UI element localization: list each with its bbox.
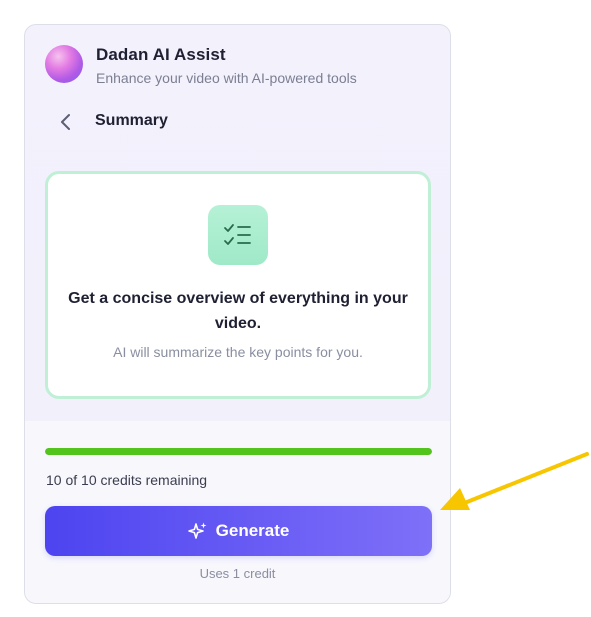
pointer-arrow-icon bbox=[440, 452, 589, 510]
credits-progress-fill bbox=[45, 448, 432, 455]
generate-button[interactable]: Generate bbox=[45, 506, 432, 556]
sparkle-icon bbox=[187, 522, 207, 539]
app-logo-avatar bbox=[45, 45, 83, 83]
back-button[interactable] bbox=[51, 107, 81, 137]
feature-card: Get a concise overview of everything in … bbox=[45, 171, 431, 399]
ai-assist-panel: Dadan AI Assist Enhance your video with … bbox=[24, 24, 451, 604]
credit-cost-note: Uses 1 credit bbox=[199, 566, 276, 581]
checklist-icon bbox=[208, 205, 268, 265]
chevron-left-icon bbox=[61, 114, 70, 130]
app-title: Dadan AI Assist bbox=[96, 45, 226, 64]
panel-header: Dadan AI Assist Enhance your video with … bbox=[45, 45, 430, 86]
credits-progress-bar bbox=[45, 448, 432, 455]
credits-remaining-text: 10 of 10 credits remaining bbox=[46, 472, 208, 488]
app-subtitle: Enhance your video with AI-powered tools bbox=[96, 70, 357, 86]
page-title: Summary bbox=[95, 112, 168, 129]
feature-heading: Get a concise overview of everything in … bbox=[68, 290, 408, 332]
generate-label: Generate bbox=[215, 521, 290, 540]
credits-footer: 10 of 10 credits remaining Generate Uses… bbox=[25, 421, 450, 603]
nav-row: Summary bbox=[45, 107, 430, 137]
feature-description: AI will summarize the key points for you… bbox=[113, 344, 363, 360]
